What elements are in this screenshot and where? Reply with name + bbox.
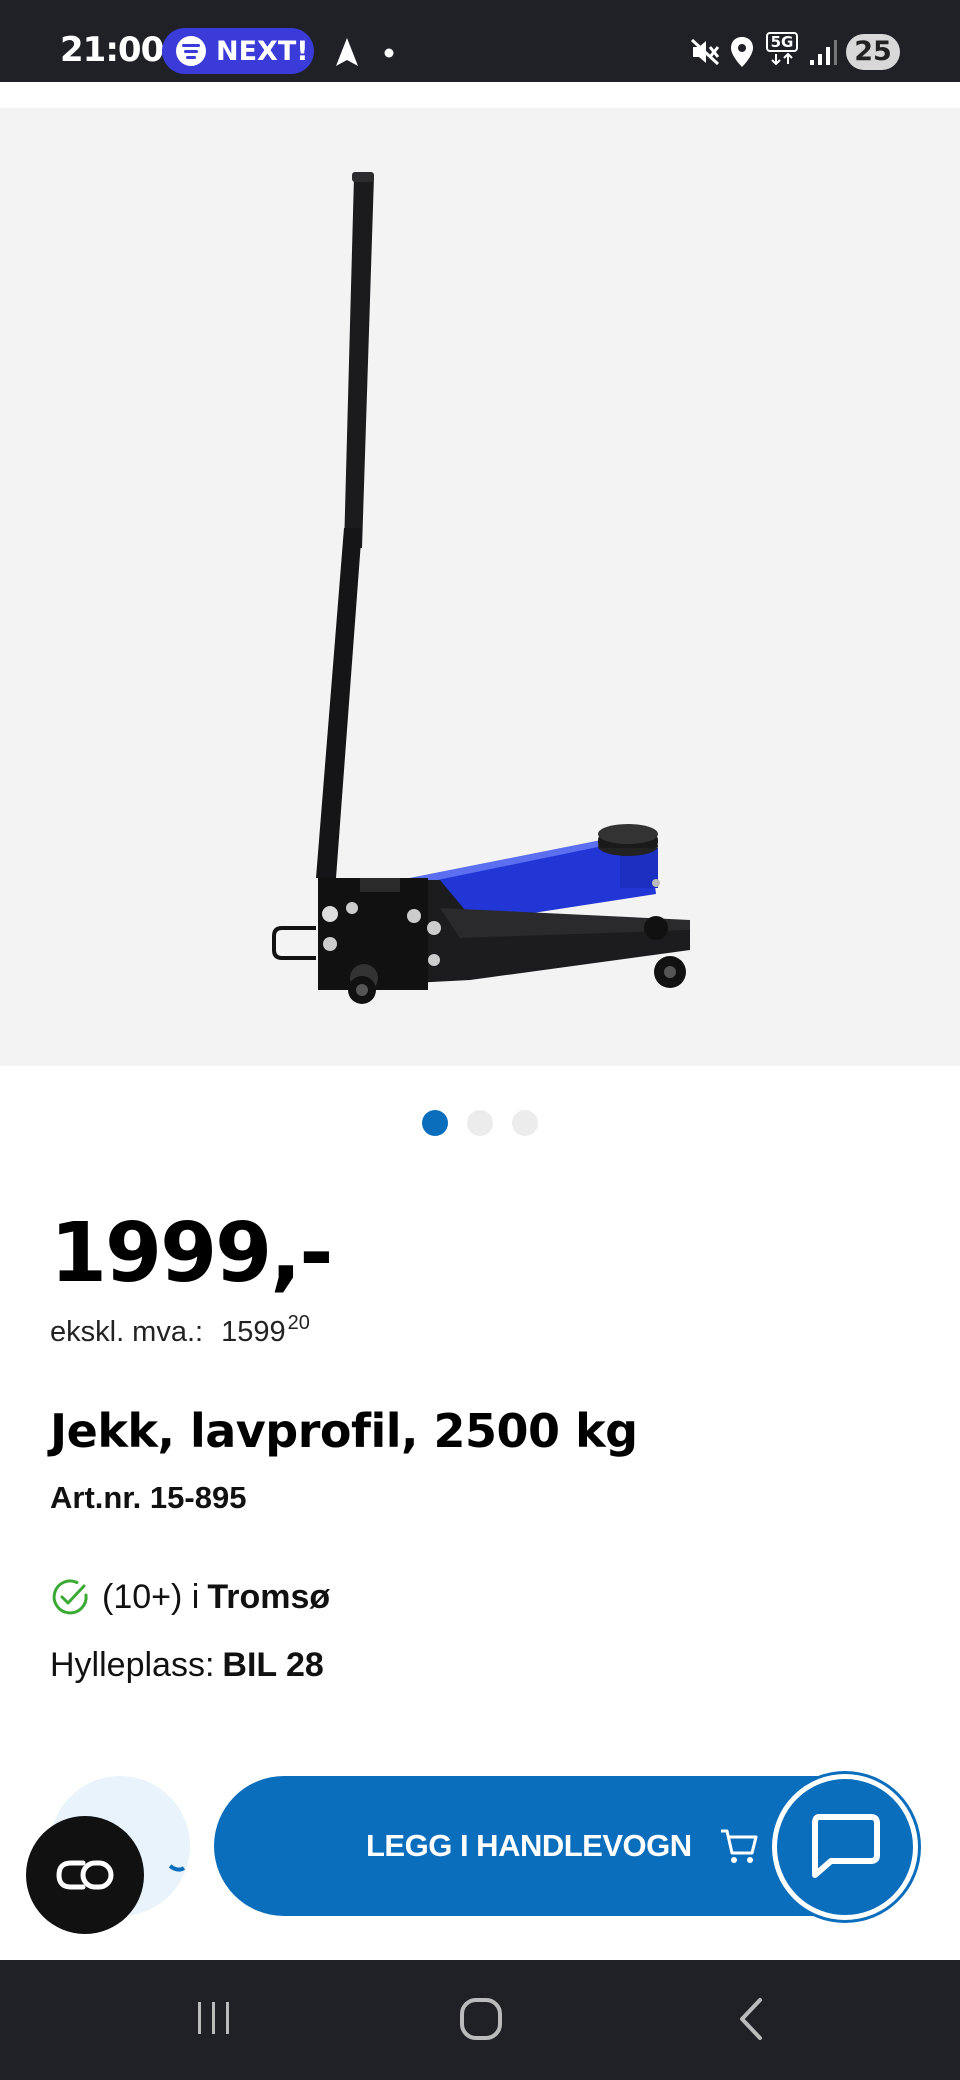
gallery-dot-3[interactable] — [512, 1110, 538, 1136]
navigation-icon — [336, 38, 358, 66]
battery-badge: 25 — [846, 34, 900, 70]
check-circle-icon — [52, 1579, 88, 1615]
product-title: Jekk, lavprofil, 2500 kg — [50, 1404, 638, 1458]
chat-icon — [812, 1814, 880, 1878]
back-icon[interactable] — [732, 1996, 772, 2042]
recents-icon[interactable] — [192, 1996, 236, 2040]
5g-icon: 5G — [766, 32, 798, 68]
gallery-pagination — [0, 1110, 960, 1136]
location-icon — [731, 37, 753, 67]
chat-button[interactable] — [772, 1774, 918, 1920]
spotify-icon — [176, 36, 206, 66]
spotify-pill[interactable]: NEXT! — [162, 28, 314, 74]
spotify-pill-label: NEXT! — [216, 35, 309, 67]
product-price: 1999,- — [50, 1206, 333, 1301]
gallery-dot-2[interactable] — [467, 1110, 493, 1136]
vat-price-cents: 20 — [287, 1312, 310, 1334]
co-floating-button[interactable] — [26, 1816, 144, 1934]
status-time: 21:00 — [60, 30, 164, 70]
signal-icon — [810, 40, 837, 65]
gallery-dot-1[interactable] — [422, 1110, 448, 1136]
article-number: Art.nr. 15-895 — [50, 1480, 247, 1515]
mute-icon — [690, 38, 720, 66]
co-icon — [56, 1860, 114, 1890]
dot-icon — [384, 48, 394, 58]
stock-count: (10+) i — [102, 1577, 200, 1616]
vat-label: ekskl. mva.: — [50, 1316, 204, 1348]
shelf-location: Hylleplass: BIL 28 — [50, 1646, 324, 1685]
stock-store: Tromsø — [207, 1577, 331, 1616]
product-image[interactable] — [0, 108, 960, 1066]
vat-price: 1599 — [221, 1316, 286, 1348]
add-to-cart-label: LEGG I HANDLEVOGN — [366, 1828, 692, 1863]
floor-jack-image — [272, 172, 690, 1004]
price-ex-vat: ekskl. mva.: 1599 20 — [50, 1312, 310, 1349]
status-bar: 21:00 NEXT! 5G 25 — [0, 0, 960, 82]
cart-icon — [720, 1829, 758, 1863]
shelf-value: BIL 28 — [222, 1646, 324, 1684]
shelf-label: Hylleplass: — [50, 1646, 215, 1684]
home-icon[interactable] — [458, 1996, 504, 2042]
stock-status[interactable]: (10+) i Tromsø — [50, 1576, 330, 1618]
navigation-bar — [0, 1960, 960, 2080]
